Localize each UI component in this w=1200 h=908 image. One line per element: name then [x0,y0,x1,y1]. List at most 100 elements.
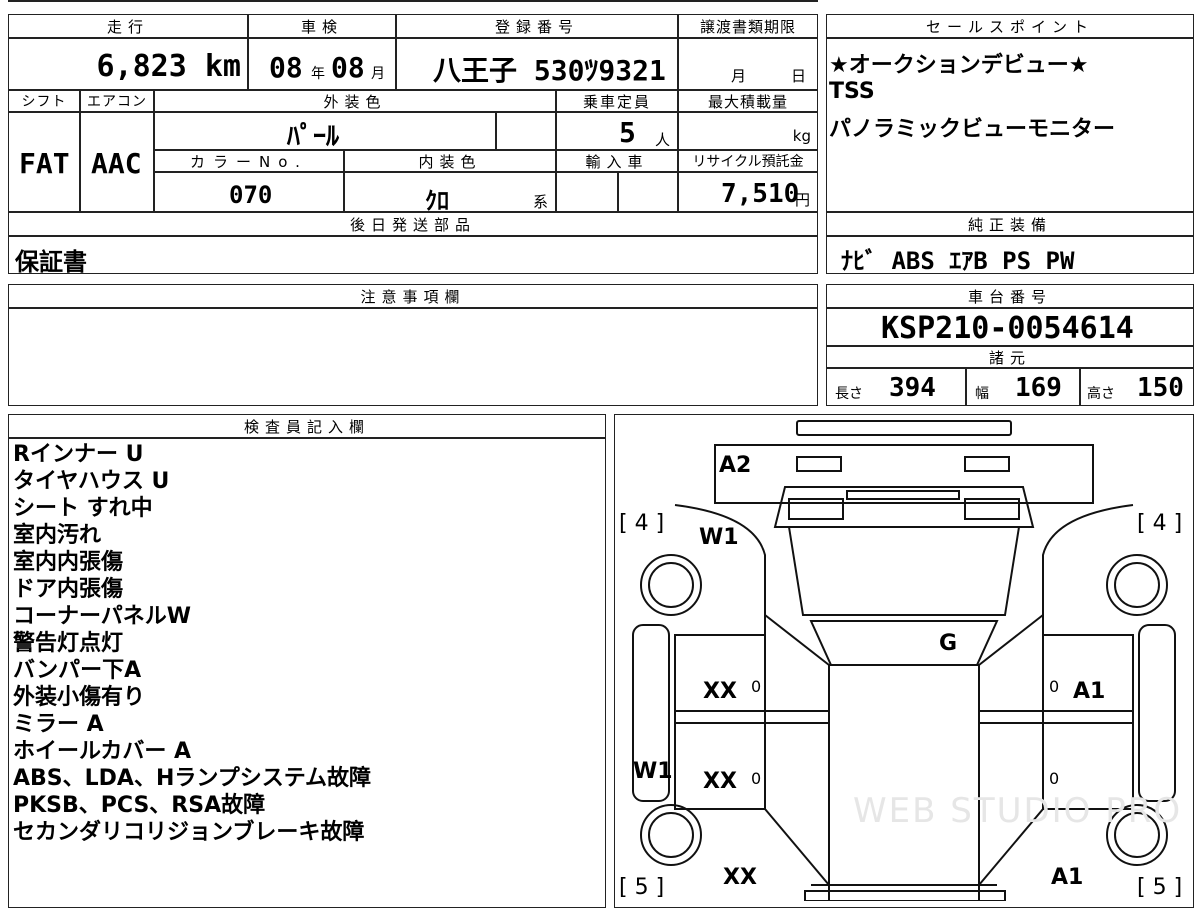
inspector-note: 室内汚れ [13,523,102,548]
damage-mark-g: G [939,631,958,656]
max-load-cell: kg [678,112,818,150]
tire-front-left-label: [ 4 ] [619,511,665,536]
sales-point-line: ★オークションデビュー★ [829,53,1089,78]
damage-mark-a2: A2 [719,453,752,478]
width-cell: 幅 169 [966,368,1080,406]
chassis-cell: KSP210-0054614 [826,308,1194,346]
inspector-header: 検査員記入欄 [8,414,606,438]
damage-mark-w1-front: W1 [699,525,739,550]
recycle-cell: 7,510 円 [678,172,818,212]
capacity-value: 5 [619,116,636,149]
exterior-color-value: ﾊﾟｰﾙ [287,122,340,152]
damage-mark-a1: A1 [1051,865,1084,890]
color-no-header: カラーNo. [154,150,344,172]
color-no-cell: 070 [154,172,344,212]
registration-cell: 八王子 530ﾂ9321 [396,38,678,90]
watermark: WEB STUDIO PRO [853,791,1183,831]
inspector-note: シート すれ中 [13,496,153,521]
inspection-cell: 08 年 08 月 [248,38,396,90]
damage-mark-w1-side: W1 [633,759,673,784]
sales-point-line: TSS [829,79,875,104]
sales-points-body: ★オークションデビュー★ TSS パノラミックビューモニター [826,38,1194,212]
later-parts-value: 保証書 [15,248,87,276]
capacity-header: 乗車定員 [556,90,678,112]
inspector-note: セカンダリコリジョンブレーキ故障 [13,820,365,845]
deadline-header: 譲渡書類期限 [678,14,818,38]
max-load-header: 最大積載量 [678,90,818,112]
tire-front-right-label: [ 4 ] [1137,511,1183,536]
genuine-equipment-value: ﾅﾋﾞ ABS ｴｱB PS PW [841,247,1075,275]
damage-mark-a1: A1 [1073,679,1106,704]
inspector-note: バンパー下A [13,658,142,683]
inspector-note: PKSB、PCS、RSA故障 [13,793,266,818]
aircon-header: エアコン [80,90,154,112]
inspection-year: 08 [269,51,303,84]
aircon-cell: AAC [80,112,154,212]
color-no-value: 070 [229,181,273,209]
registration-value: 八王子 530ﾂ9321 [433,54,666,87]
mileage-value: 6,823 km [96,49,242,84]
inspector-note: ミラー A [13,712,104,737]
caution-body [8,308,818,406]
damage-mark-zero: 0 [751,769,762,788]
length-value: 394 [889,373,936,403]
recycle-header: リサイクル預託金 [678,150,818,172]
max-load-unit: kg [792,127,811,145]
chassis-header: 車台番号 [826,284,1194,308]
inspector-notes: Rインナー U タイヤハウス U シート すれ中 室内汚れ 室内内張傷 ドア内張… [13,441,371,846]
capacity-unit: 人 [655,131,671,149]
exterior-color-cell: ﾊﾟｰﾙ [154,112,496,152]
inspector-note: Rインナー U [13,442,144,467]
height-cell: 高さ 150 [1080,368,1194,406]
aircon-value: AAC [91,147,142,180]
import-cell-a [556,172,618,212]
interior-color-suffix: 系 [533,193,549,211]
later-parts-cell: 保証書 [8,236,818,276]
width-value: 169 [1015,373,1062,403]
exterior-color-extra [496,112,556,150]
inspector-note: ドア内張傷 [13,577,124,602]
damage-mark-xx: XX [723,865,757,890]
capacity-cell: 5 人 [556,112,678,150]
genuine-equipment-cell: ﾅﾋﾞ ABS ｴｱB PS PW [826,236,1194,275]
damage-mark-zero: 0 [751,677,762,696]
interior-color-header: 内装色 [344,150,556,172]
deadline-day-unit: 日 [791,67,807,85]
mileage-cell: 6,823 km [8,38,248,90]
tire-rear-right-label: [ 5 ] [1137,875,1183,900]
inspector-note: タイヤハウス U [13,469,170,494]
registration-header: 登録番号 [396,14,678,38]
inspector-note: 室内内張傷 [13,550,124,575]
interior-color-value: ｸﾛ [425,187,449,215]
inspection-header: 車検 [248,14,396,38]
import-cell-b [618,172,678,212]
inspection-year-unit: 年 [311,66,325,82]
inspector-note: コーナーパネルW [13,604,192,629]
interior-color-cell: ｸﾛ 系 [344,172,556,215]
tire-rear-left-label: [ 5 ] [619,875,665,900]
shift-cell: FAT [8,112,80,212]
damage-mark-zero: 0 [1049,677,1060,696]
deadline-month-unit: 月 [731,67,747,85]
chassis-number: KSP210-0054614 [881,311,1134,346]
specs-header: 諸元 [826,346,1194,368]
mileage-header: 走行 [8,14,248,38]
inspector-note: 外装小傷有り [13,685,146,710]
top-edge-line [8,0,818,2]
inspector-body: Rインナー U タイヤハウス U シート すれ中 室内汚れ 室内内張傷 ドア内張… [8,438,606,908]
sales-points-header: セールスポイント [826,14,1194,38]
inspection-month: 08 [331,51,365,84]
recycle-value: 7,510 [721,179,800,209]
genuine-equipment-header: 純正装備 [826,212,1194,236]
sales-point-line: パノラミックビューモニター [829,117,1116,142]
car-damage-diagram: [ 4 ] [ 4 ] [ 5 ] [ 5 ] A2 W1 G XX XX XX… [614,414,1194,908]
height-label: 高さ [1087,386,1115,402]
deadline-cell: 月 日 [678,38,818,90]
length-label: 長さ [835,386,863,402]
import-header: 輸入車 [556,150,678,172]
damage-mark-xx: XX [703,769,737,794]
width-label: 幅 [975,386,989,402]
shift-value: FAT [19,147,70,180]
later-parts-header: 後日発送部品 [8,212,818,236]
caution-header: 注意事項欄 [8,284,818,308]
